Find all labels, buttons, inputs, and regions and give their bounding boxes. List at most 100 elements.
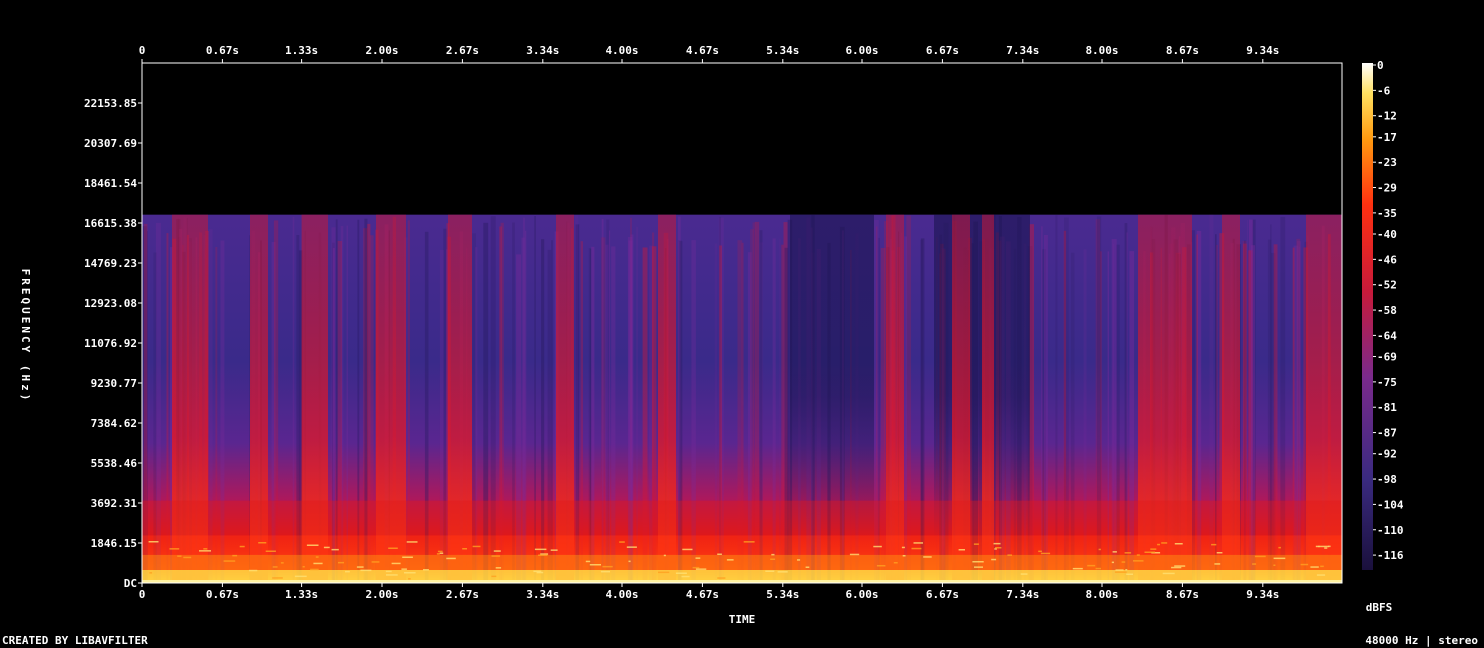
spectrogram-image [142,63,1342,583]
harmonic-streak [1098,548,1101,551]
harmonic-streak [873,545,882,548]
colorbar-tick-label: -23 [1377,156,1397,169]
harmonic-streak [356,566,364,568]
harmonic-streak [323,546,330,549]
x-tick-label-bottom: 4.00s [605,588,638,601]
y-tick-label: 16615.38 [84,217,137,230]
x-tick-label-bottom: 4.67s [686,588,719,601]
harmonic-streak [371,561,380,563]
footer-sample-info: 48000 Hz | stereo [1365,634,1478,647]
harmonic-streak [1150,548,1157,550]
harmonic-streak [388,547,398,549]
harmonic-streak [1020,573,1028,575]
harmonic-streak [993,542,1001,545]
harmonic-streak [743,541,755,543]
harmonic-streak [338,561,344,564]
colorbar-tick-label: -110 [1377,524,1404,537]
harmonic-streak [682,548,693,551]
footer-credit: CREATED BY LIBAVFILTER [2,634,148,647]
x-tick-label-top: 1.33s [285,44,318,57]
x-tick-label-top: 6.67s [926,44,959,57]
harmonic-streak [695,568,707,570]
harmonic-streak [385,570,392,573]
quiet-region [790,214,874,543]
harmonic-streak [1126,573,1133,575]
harmonic-streak [1072,567,1083,570]
colorbar-tick-label: -52 [1377,279,1397,292]
harmonic-streak [391,562,401,565]
harmonic-streak [1114,571,1127,573]
harmonic-streak [1324,547,1328,549]
harmonic-streak [446,557,456,560]
spectrogram-chart: 0 0.67s 1.33s 2.00s 2.67s 3.34s 4.00s 4.67s 5.34… [19,44,1404,626]
harmonic-streak [1211,543,1217,546]
harmonic-streak [310,568,319,571]
harmonic-streak [272,577,283,579]
harmonic-streak [408,578,411,580]
harmonic-streak [280,562,284,564]
x-axis-top: 0 0.67s 1.33s 2.00s 2.67s 3.34s 4.00s 4.67s 5.34… [139,44,1279,63]
x-tick-label-bottom: 6.00s [845,588,878,601]
x-tick-label-top: 6.00s [845,44,878,57]
x-tick-label-top: 4.67s [686,44,719,57]
harmonic-streak [619,541,625,543]
harmonic-streak [717,553,722,555]
x-tick-label-top: 4.00s [605,44,638,57]
harmonic-streak [406,541,418,543]
harmonic-streak [1254,555,1266,558]
harmonic-streak [901,546,905,549]
harmonic-streak [1216,552,1223,554]
harmonic-streak [1136,554,1140,556]
harmonic-streak [911,547,922,550]
harmonic-streak [972,561,984,563]
harmonic-streak [958,549,965,551]
harmonic-streak [1007,554,1012,556]
y-axis-label: FREQUENCY (Hz) [19,269,32,404]
harmonic-streak [675,572,687,574]
harmonic-streak [149,572,153,574]
harmonic-streak [1144,551,1156,553]
y-tick-label: 22153.85 [84,97,137,110]
harmonic-streak [589,564,601,566]
colorbar-tick-label: -17 [1377,131,1397,144]
harmonic-streak [294,575,307,578]
harmonic-streak [1095,567,1101,570]
harmonic-streak [360,569,372,572]
x-tick-label-bottom: 3.34s [526,588,559,601]
harmonic-streak [550,549,558,551]
harmonic-streak [726,559,734,561]
harmonic-streak [902,555,906,557]
harmonic-streak [1273,564,1276,566]
harmonic-streak [1278,546,1281,549]
harmonic-streak [1300,563,1309,566]
harmonic-streak [306,544,319,546]
x-tick-label-top: 0.67s [206,44,239,57]
low-frequency-energy [142,554,1342,570]
x-tick-label-bottom: 8.00s [1085,588,1118,601]
y-axis: DC 1846.15 3692.31 5538.46 7384.62 9230.77 110… [84,97,142,590]
harmonic-streak [313,562,323,565]
x-tick-label-bottom: 1.33s [285,588,318,601]
harmonic-streak [628,560,631,563]
x-tick-label-top: 8.00s [1085,44,1118,57]
harmonic-streak [585,560,591,563]
harmonic-streak [1252,563,1257,565]
harmonic-streak [302,566,305,568]
harmonic-streak [331,548,339,551]
x-tick-label-top: 8.67s [1166,44,1199,57]
x-tick-label-top: 2.00s [365,44,398,57]
colorbar-label: dBFS [1366,601,1393,614]
x-tick-label-top: 0 [139,44,146,57]
harmonic-streak [345,570,350,573]
harmonic-streak [1038,550,1042,553]
harmonic-streak [876,565,886,567]
harmonic-streak [995,547,1002,549]
colorbar-tick-label: -87 [1377,427,1397,440]
y-tick-label: 7384.62 [91,417,137,430]
x-tick-label-bottom: 5.34s [766,588,799,601]
harmonic-streak [849,553,860,556]
harmonic-streak [493,550,501,552]
colorbar-tick-label: -75 [1377,376,1397,389]
harmonic-streak [472,545,481,548]
harmonic-streak [695,557,701,559]
